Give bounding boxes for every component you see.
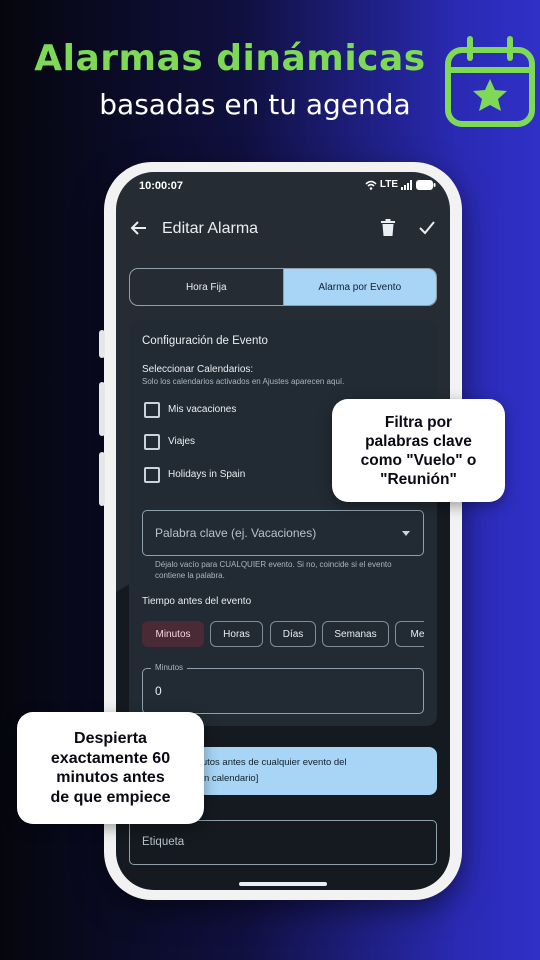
checkbox-label: Viajes — [168, 436, 196, 447]
calendar-star-icon — [445, 36, 535, 127]
page-title: Editar Alarma — [162, 220, 259, 237]
time-before-title: Tiempo antes del evento — [142, 596, 252, 607]
checkbox-mis-vacaciones[interactable] — [144, 402, 160, 418]
status-bar: 10:00:07 LTE — [139, 179, 436, 195]
calendars-help: Solo los calendarios activados en Ajuste… — [142, 377, 345, 386]
callout-line: minutos antes — [56, 769, 165, 786]
status-time: 10:00:07 — [139, 180, 184, 192]
keyword-dropdown[interactable]: Palabra clave (ej. Vacaciones) — [142, 510, 424, 556]
callout-timing: Despierta exactamente 60 minutos antes d… — [17, 712, 204, 824]
minutes-input-value: 0 — [155, 684, 162, 698]
signal-icon — [401, 179, 412, 190]
callout-line: como "Vuelo" o — [360, 451, 477, 469]
callout-line: de que empiece — [50, 788, 171, 806]
checkbox-holidays-in-spain[interactable] — [144, 467, 160, 483]
app-bar: Editar Alarma — [116, 216, 450, 242]
chip-mes[interactable]: Mes — [395, 621, 424, 647]
battery-icon — [416, 179, 436, 190]
headline: Alarmas dinámicas — [34, 38, 426, 79]
event-config-card: Configuración de Evento Seleccionar Cale… — [129, 320, 437, 726]
callout-line: Filtra por — [384, 413, 453, 431]
keyword-hint: Déjalo vacío para CUALQUIER evento. Si n… — [155, 560, 392, 580]
calendars-title: Seleccionar Calendarios: — [142, 364, 254, 375]
chip-horas[interactable]: Horas — [210, 621, 263, 647]
callout-line: exactamente 60 — [50, 749, 171, 767]
chip-dias[interactable]: Días — [270, 621, 316, 647]
trash-icon[interactable] — [380, 219, 396, 237]
subheadline: basadas en tu agenda — [99, 88, 411, 121]
label-placeholder: Etiqueta — [142, 836, 185, 848]
caret-down-icon — [402, 531, 410, 536]
home-indicator — [239, 882, 327, 886]
chip-minutos[interactable]: Minutos — [142, 621, 204, 647]
checkbox-viajes[interactable] — [144, 434, 160, 450]
tab-alarma-por-evento[interactable]: Alarma por Evento — [282, 269, 436, 305]
wifi-icon — [365, 180, 377, 190]
card-title: Configuración de Evento — [142, 335, 268, 347]
unit-chips: Minutos Horas Días Semanas Mes — [142, 621, 424, 647]
volume-up-button — [99, 382, 105, 436]
checkbox-label: Mis vacaciones — [168, 404, 237, 415]
volume-down-button — [99, 452, 105, 506]
network-type: LTE — [379, 179, 398, 190]
keyword-placeholder: Palabra clave (ej. Vacaciones) — [155, 526, 317, 540]
label-field[interactable]: Etiqueta — [129, 820, 437, 865]
minutes-input[interactable]: Minutos 0 — [142, 663, 424, 714]
callout-keywords: Filtra por palabras clave como "Vuelo" o… — [332, 399, 505, 502]
volume-button — [99, 330, 105, 358]
callout-line: "Reunión" — [380, 470, 457, 488]
back-arrow-icon[interactable] — [130, 219, 148, 237]
check-icon[interactable] — [418, 220, 436, 236]
callout-line: palabras clave — [365, 432, 472, 450]
checkbox-label: Holidays in Spain — [168, 469, 246, 480]
mode-toggle: Hora Fija Alarma por Evento — [129, 268, 437, 306]
chip-semanas[interactable]: Semanas — [322, 621, 389, 647]
tab-hora-fija[interactable]: Hora Fija — [130, 269, 283, 305]
minutes-input-label: Minutos — [151, 663, 188, 672]
callout-line: Despierta — [74, 730, 147, 747]
